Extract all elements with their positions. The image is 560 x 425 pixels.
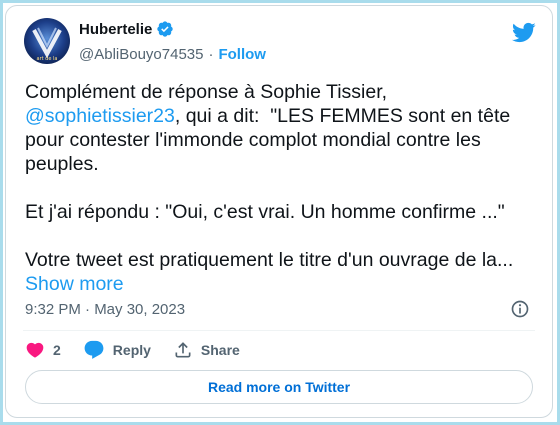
avatar[interactable]: art de la: [24, 18, 70, 64]
reply-label: Reply: [112, 342, 151, 358]
verified-badge-icon: [157, 21, 174, 37]
heart-icon: [26, 342, 44, 358]
author-handle-row: @AbliBouyo74535 · Follow: [79, 46, 266, 63]
share-label: Share: [200, 342, 240, 358]
tweet-text-part2: , qui a dit: "LES FEMMES sont en tête po…: [25, 105, 514, 271]
read-more-label: Read more on Twitter: [207, 379, 351, 395]
share-button[interactable]: Share: [173, 340, 240, 360]
info-icon[interactable]: [510, 299, 530, 319]
avatar-caption: art de la: [37, 56, 58, 62]
share-icon: [175, 342, 191, 358]
twitter-bird-icon[interactable]: [511, 20, 536, 45]
display-name[interactable]: Hubertelie: [79, 21, 152, 38]
tweet-timestamp[interactable]: 9:32 PM · May 30, 2023: [25, 301, 185, 318]
read-more-button[interactable]: Read more on Twitter: [25, 370, 533, 404]
mention-link[interactable]: @sophietissier23: [25, 105, 175, 127]
tweet-text-part1: Complément de réponse à Sophie Tissier,: [25, 81, 388, 103]
reply-bubble-icon: [84, 340, 104, 359]
tweet-text: Complément de réponse à Sophie Tissier, …: [25, 80, 525, 296]
divider: [23, 330, 535, 331]
reply-button[interactable]: Reply: [83, 339, 151, 361]
author-name-row: Hubertelie: [79, 20, 174, 38]
author-handle[interactable]: @AbliBouyo74535: [79, 46, 203, 63]
follow-button[interactable]: Follow: [218, 46, 266, 63]
tweet-card: art de la Hubertelie @AbliBouyo74535 · F…: [5, 5, 553, 418]
show-more-link[interactable]: Show more: [25, 273, 124, 295]
like-button[interactable]: 2: [25, 340, 61, 360]
handle-separator: ·: [208, 46, 214, 63]
action-bar: 2 Reply Share: [25, 339, 262, 361]
like-count: 2: [53, 342, 61, 358]
